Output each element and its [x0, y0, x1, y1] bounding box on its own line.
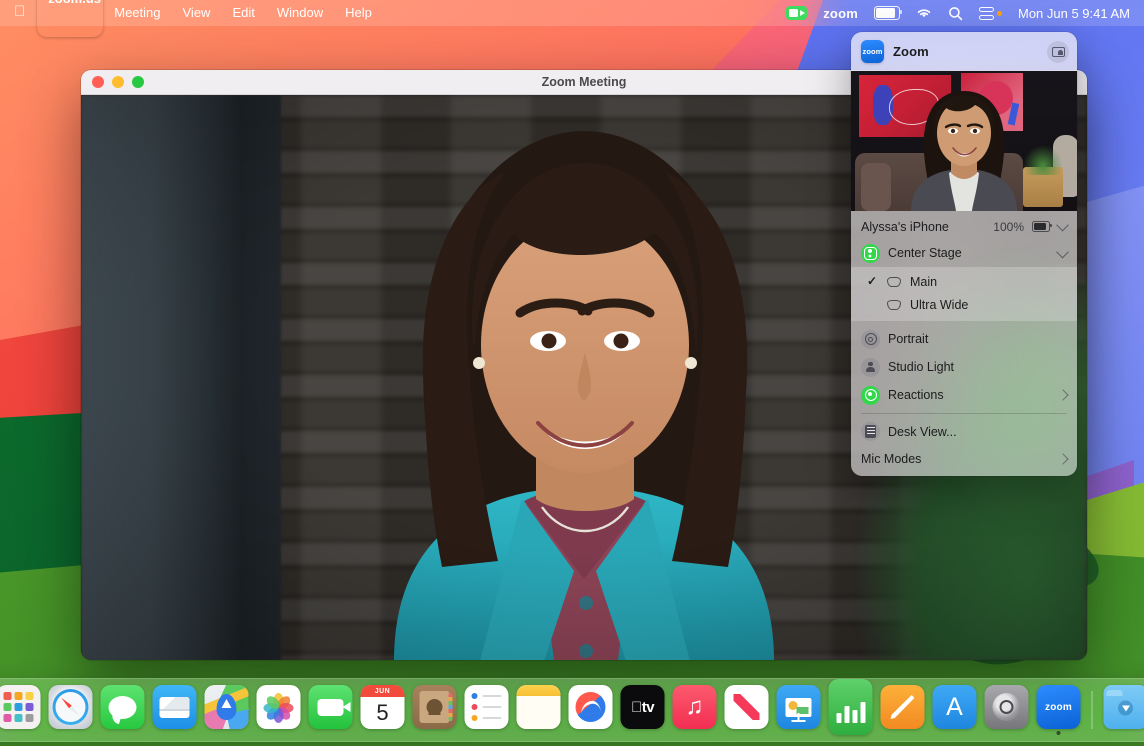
- chevron-down-icon[interactable]: [1056, 245, 1069, 258]
- dock-item-facetime[interactable]: [309, 685, 353, 735]
- dock-item-zoom[interactable]: zoom: [1037, 685, 1081, 735]
- calendar-day: 5: [361, 697, 405, 729]
- menu-item-edit[interactable]: Edit: [221, 3, 265, 23]
- chevron-right-icon[interactable]: [1057, 453, 1068, 464]
- menu-bar:  zoom.us Meeting View Edit Window Help …: [0, 0, 1144, 26]
- dock-item-calendar[interactable]: JUN 5: [361, 685, 405, 735]
- screen-share-icon[interactable]: [1047, 41, 1069, 63]
- lens-main-icon: [887, 277, 901, 287]
- dock-item-news[interactable]: [725, 685, 769, 735]
- center-stage-label: Center Stage: [888, 246, 962, 260]
- calendar-month: JUN: [361, 685, 405, 697]
- self-view-preview[interactable]: [851, 71, 1077, 211]
- menu-item-zoom-us[interactable]: zoom.us: [37, 0, 103, 37]
- dock-item-system-settings[interactable]: [985, 685, 1029, 735]
- dock-item-safari[interactable]: [49, 685, 93, 735]
- dock-item-maps[interactable]: [205, 685, 249, 735]
- wifi-icon[interactable]: [908, 6, 940, 20]
- menu-item-view[interactable]: View: [172, 3, 222, 23]
- lens-main-label: Main: [910, 275, 937, 289]
- dock-item-music[interactable]: ♫: [673, 685, 717, 735]
- device-name: Alyssa's iPhone: [861, 220, 949, 234]
- lens-ultrawide-label: Ultra Wide: [910, 298, 968, 312]
- menubar-clock[interactable]: Mon Jun 5 9:41 AM: [1010, 5, 1132, 22]
- studio-light-row[interactable]: Studio Light: [851, 353, 1077, 381]
- running-indicator: [1057, 731, 1061, 735]
- dock-item-keynote[interactable]: [777, 685, 821, 735]
- menubar-zoom-label[interactable]: zoom: [815, 5, 866, 22]
- dock-item-messages[interactable]: [101, 685, 145, 735]
- device-row[interactable]: Alyssa's iPhone 100%: [851, 214, 1077, 239]
- portrait-icon: [861, 330, 880, 349]
- menu-item-window[interactable]: Window: [266, 3, 334, 23]
- desk-view-label: Desk View...: [888, 425, 957, 439]
- dock-item-mail[interactable]: [153, 685, 197, 735]
- control-center-icon[interactable]: [971, 6, 1010, 21]
- studio-light-icon: [861, 358, 880, 377]
- camera-in-use-icon[interactable]: [778, 5, 815, 21]
- dock: JUN 5 tv ♫: [0, 678, 1144, 742]
- center-stage-row[interactable]: Center Stage: [851, 239, 1077, 267]
- search-icon[interactable]: [940, 5, 971, 22]
- zoom-app-icon: zoom: [861, 40, 884, 63]
- apple-menu-icon[interactable]: : [10, 4, 37, 22]
- panel-title: Zoom: [893, 44, 929, 59]
- self-view-person: [889, 83, 1039, 211]
- studio-light-label: Studio Light: [888, 360, 954, 374]
- dock-item-launchpad[interactable]: [0, 685, 41, 735]
- portrait-row[interactable]: Portrait: [851, 325, 1077, 353]
- chevron-down-icon[interactable]: [1056, 219, 1069, 232]
- portrait-label: Portrait: [888, 332, 928, 346]
- reactions-row[interactable]: Reactions: [851, 381, 1077, 409]
- reactions-icon: [861, 386, 880, 405]
- dock-item-photos[interactable]: [257, 685, 301, 735]
- lens-option-main[interactable]: ✓ Main: [851, 270, 1077, 293]
- zoom-camera-control-panel: zoom Zoom Alyssa's iPhone: [851, 32, 1077, 476]
- mic-modes-row[interactable]: Mic Modes: [851, 446, 1077, 476]
- control-center-active-dot: [997, 11, 1002, 16]
- dock-item-contacts[interactable]: [413, 685, 457, 735]
- lens-options: ✓ Main Ultra Wide: [851, 267, 1077, 321]
- dock-item-notes[interactable]: [517, 685, 561, 735]
- dock-item-numbers[interactable]: [829, 679, 873, 741]
- dock-item-apple-tv[interactable]: tv: [621, 685, 665, 735]
- dock-item-freeform[interactable]: [569, 685, 613, 735]
- center-stage-icon: [861, 244, 880, 263]
- dock-item-pages[interactable]: [881, 685, 925, 735]
- device-battery-percent: 100%: [993, 220, 1024, 234]
- menu-item-meeting[interactable]: Meeting: [103, 3, 171, 23]
- battery-icon[interactable]: [866, 5, 908, 21]
- desk-view-row[interactable]: Desk View...: [851, 418, 1077, 446]
- mic-modes-label: Mic Modes: [861, 452, 921, 466]
- panel-divider: [861, 413, 1067, 414]
- dock-item-app-store[interactable]: A: [933, 685, 977, 735]
- dock-separator: [1092, 691, 1093, 729]
- panel-header: zoom Zoom: [851, 32, 1077, 71]
- lens-option-ultra-wide[interactable]: Ultra Wide: [851, 293, 1077, 316]
- checkmark-icon: ✓: [867, 276, 878, 287]
- lens-ultrawide-icon: [887, 300, 901, 310]
- battery-full-icon: [1032, 221, 1050, 232]
- chevron-right-icon[interactable]: [1057, 389, 1068, 400]
- zoom-dock-label: zoom: [1045, 702, 1072, 713]
- menu-item-help[interactable]: Help: [334, 3, 383, 23]
- desk-view-icon: [861, 422, 880, 441]
- dock-item-reminders[interactable]: [465, 685, 509, 735]
- reactions-label: Reactions: [888, 388, 944, 402]
- dock-item-downloads[interactable]: [1104, 685, 1144, 735]
